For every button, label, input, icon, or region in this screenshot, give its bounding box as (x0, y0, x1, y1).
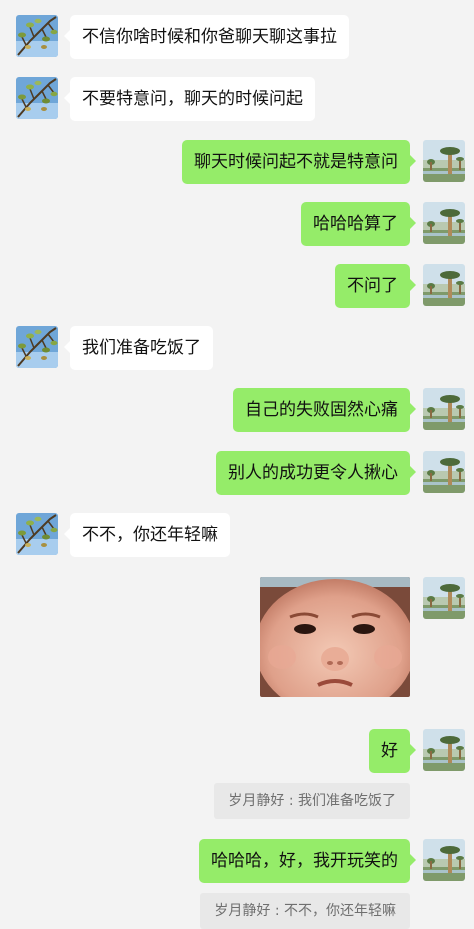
message-bubble[interactable]: 好 (369, 729, 416, 773)
message-bubble[interactable]: 不要特意问，聊天的时候问起 (64, 77, 315, 121)
message-bubble[interactable]: 别人的成功更令人揪心 (216, 451, 416, 495)
message-bubble[interactable]: 不问了 (335, 264, 416, 308)
message-bubble[interactable]: 不信你啥时候和你爸聊天聊这事拉 (64, 15, 349, 59)
self-avatar-icon[interactable] (423, 729, 465, 771)
message-bubble[interactable]: 我们准备吃饭了 (64, 326, 213, 370)
contact-avatar-icon[interactable] (16, 513, 58, 555)
quoted-message[interactable]: 岁月静好 : 我们准备吃饭了 (214, 783, 410, 819)
message-bubble[interactable]: 自己的失败固然心痛 (233, 388, 416, 432)
quoted-message[interactable]: 岁月静好 : 不不，你还年轻嘛 (200, 893, 410, 929)
self-avatar-icon[interactable] (423, 264, 465, 306)
crying-baby-sticker[interactable] (260, 577, 410, 697)
message-bubble[interactable]: 不不，你还年轻嘛 (64, 513, 230, 557)
contact-avatar-icon[interactable] (16, 77, 58, 119)
self-avatar-icon[interactable] (423, 140, 465, 182)
contact-avatar-icon[interactable] (16, 326, 58, 368)
message-bubble[interactable]: 聊天时候问起不就是特意问 (182, 140, 416, 184)
self-avatar-icon[interactable] (423, 202, 465, 244)
self-avatar-icon[interactable] (423, 388, 465, 430)
message-bubble[interactable]: 哈哈哈，好，我开玩笑的 (199, 839, 416, 883)
self-avatar-icon[interactable] (423, 451, 465, 493)
self-avatar-icon[interactable] (423, 577, 465, 619)
self-avatar-icon[interactable] (423, 839, 465, 881)
message-bubble[interactable]: 哈哈哈算了 (301, 202, 416, 246)
contact-avatar-icon[interactable] (16, 15, 58, 57)
chat-area[interactable]: 不信你啥时候和你爸聊天聊这事拉 不要特意问，聊天的时候问起 聊天时候问起不就是特… (0, 0, 474, 929)
